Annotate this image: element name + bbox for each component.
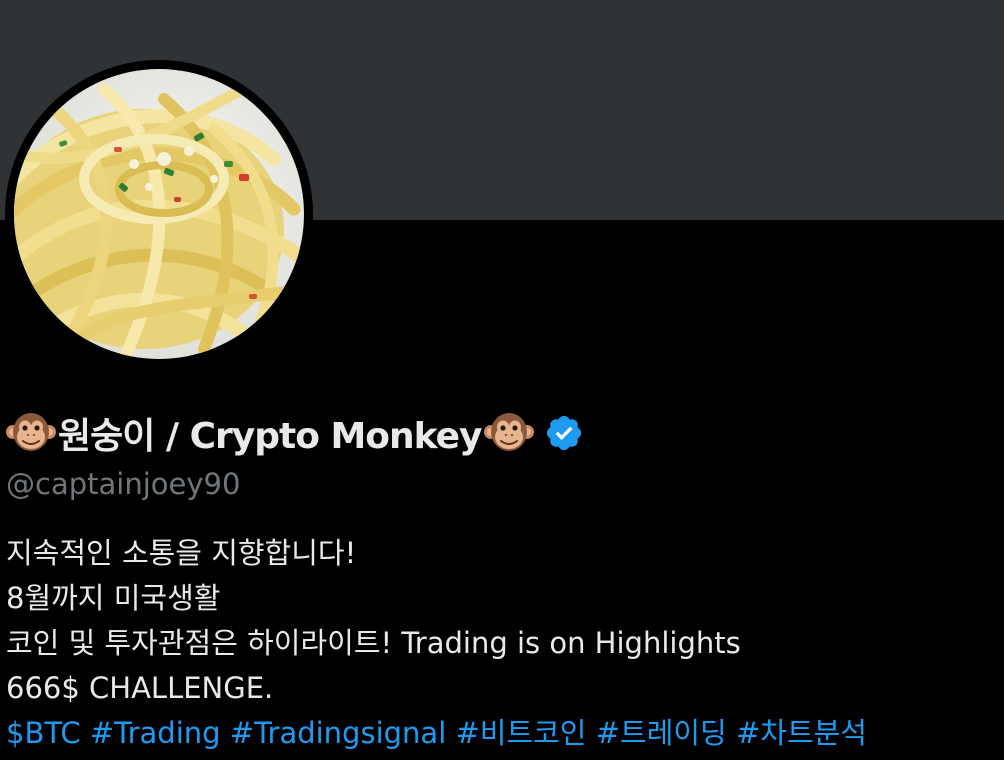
avatar[interactable] — [14, 69, 304, 359]
hashtag-link-chart-analysis-kr[interactable]: #차트분석 — [736, 716, 867, 750]
monkey-face-icon — [6, 413, 56, 451]
avatar-image — [14, 69, 304, 359]
bio-line: 666$ CHALLENGE. — [6, 671, 274, 705]
bio-line: 코인 및 투자관점은 하이라이트! Trading is on Highligh… — [6, 626, 741, 660]
bio-tags: $BTC #Trading #Tradingsignal #비트코인 #트레이딩… — [6, 711, 867, 756]
bio-line: 지속적인 소통을 지향합니다! — [6, 536, 357, 570]
profile-page: 원숭이 / Crypto Monkey @captainjoey90 지속적인 … — [0, 0, 1004, 760]
profile-name-row: 원숭이 / Crypto Monkey — [6, 403, 584, 463]
hashtag-link-tradingsignal[interactable]: #Tradingsignal — [230, 716, 446, 750]
hashtag-link-trading[interactable]: #Trading — [90, 716, 221, 750]
verified-badge-icon[interactable] — [544, 413, 584, 453]
hashtag-link-bitcoin-kr[interactable]: #비트코인 — [455, 716, 586, 750]
hashtag-link-trading-kr[interactable]: #트레이딩 — [596, 716, 727, 750]
bio-line: 8월까지 미국생활 — [6, 581, 221, 615]
display-name[interactable]: 원숭이 / Crypto Monkey — [58, 407, 483, 459]
profile-bio: 지속적인 소통을 지향합니다! 8월까지 미국생활 코인 및 투자관점은 하이라… — [6, 531, 867, 756]
monkey-face-icon — [483, 413, 534, 451]
cashtag-link-btc[interactable]: $BTC — [6, 716, 81, 750]
profile-handle: @captainjoey90 — [6, 467, 241, 501]
